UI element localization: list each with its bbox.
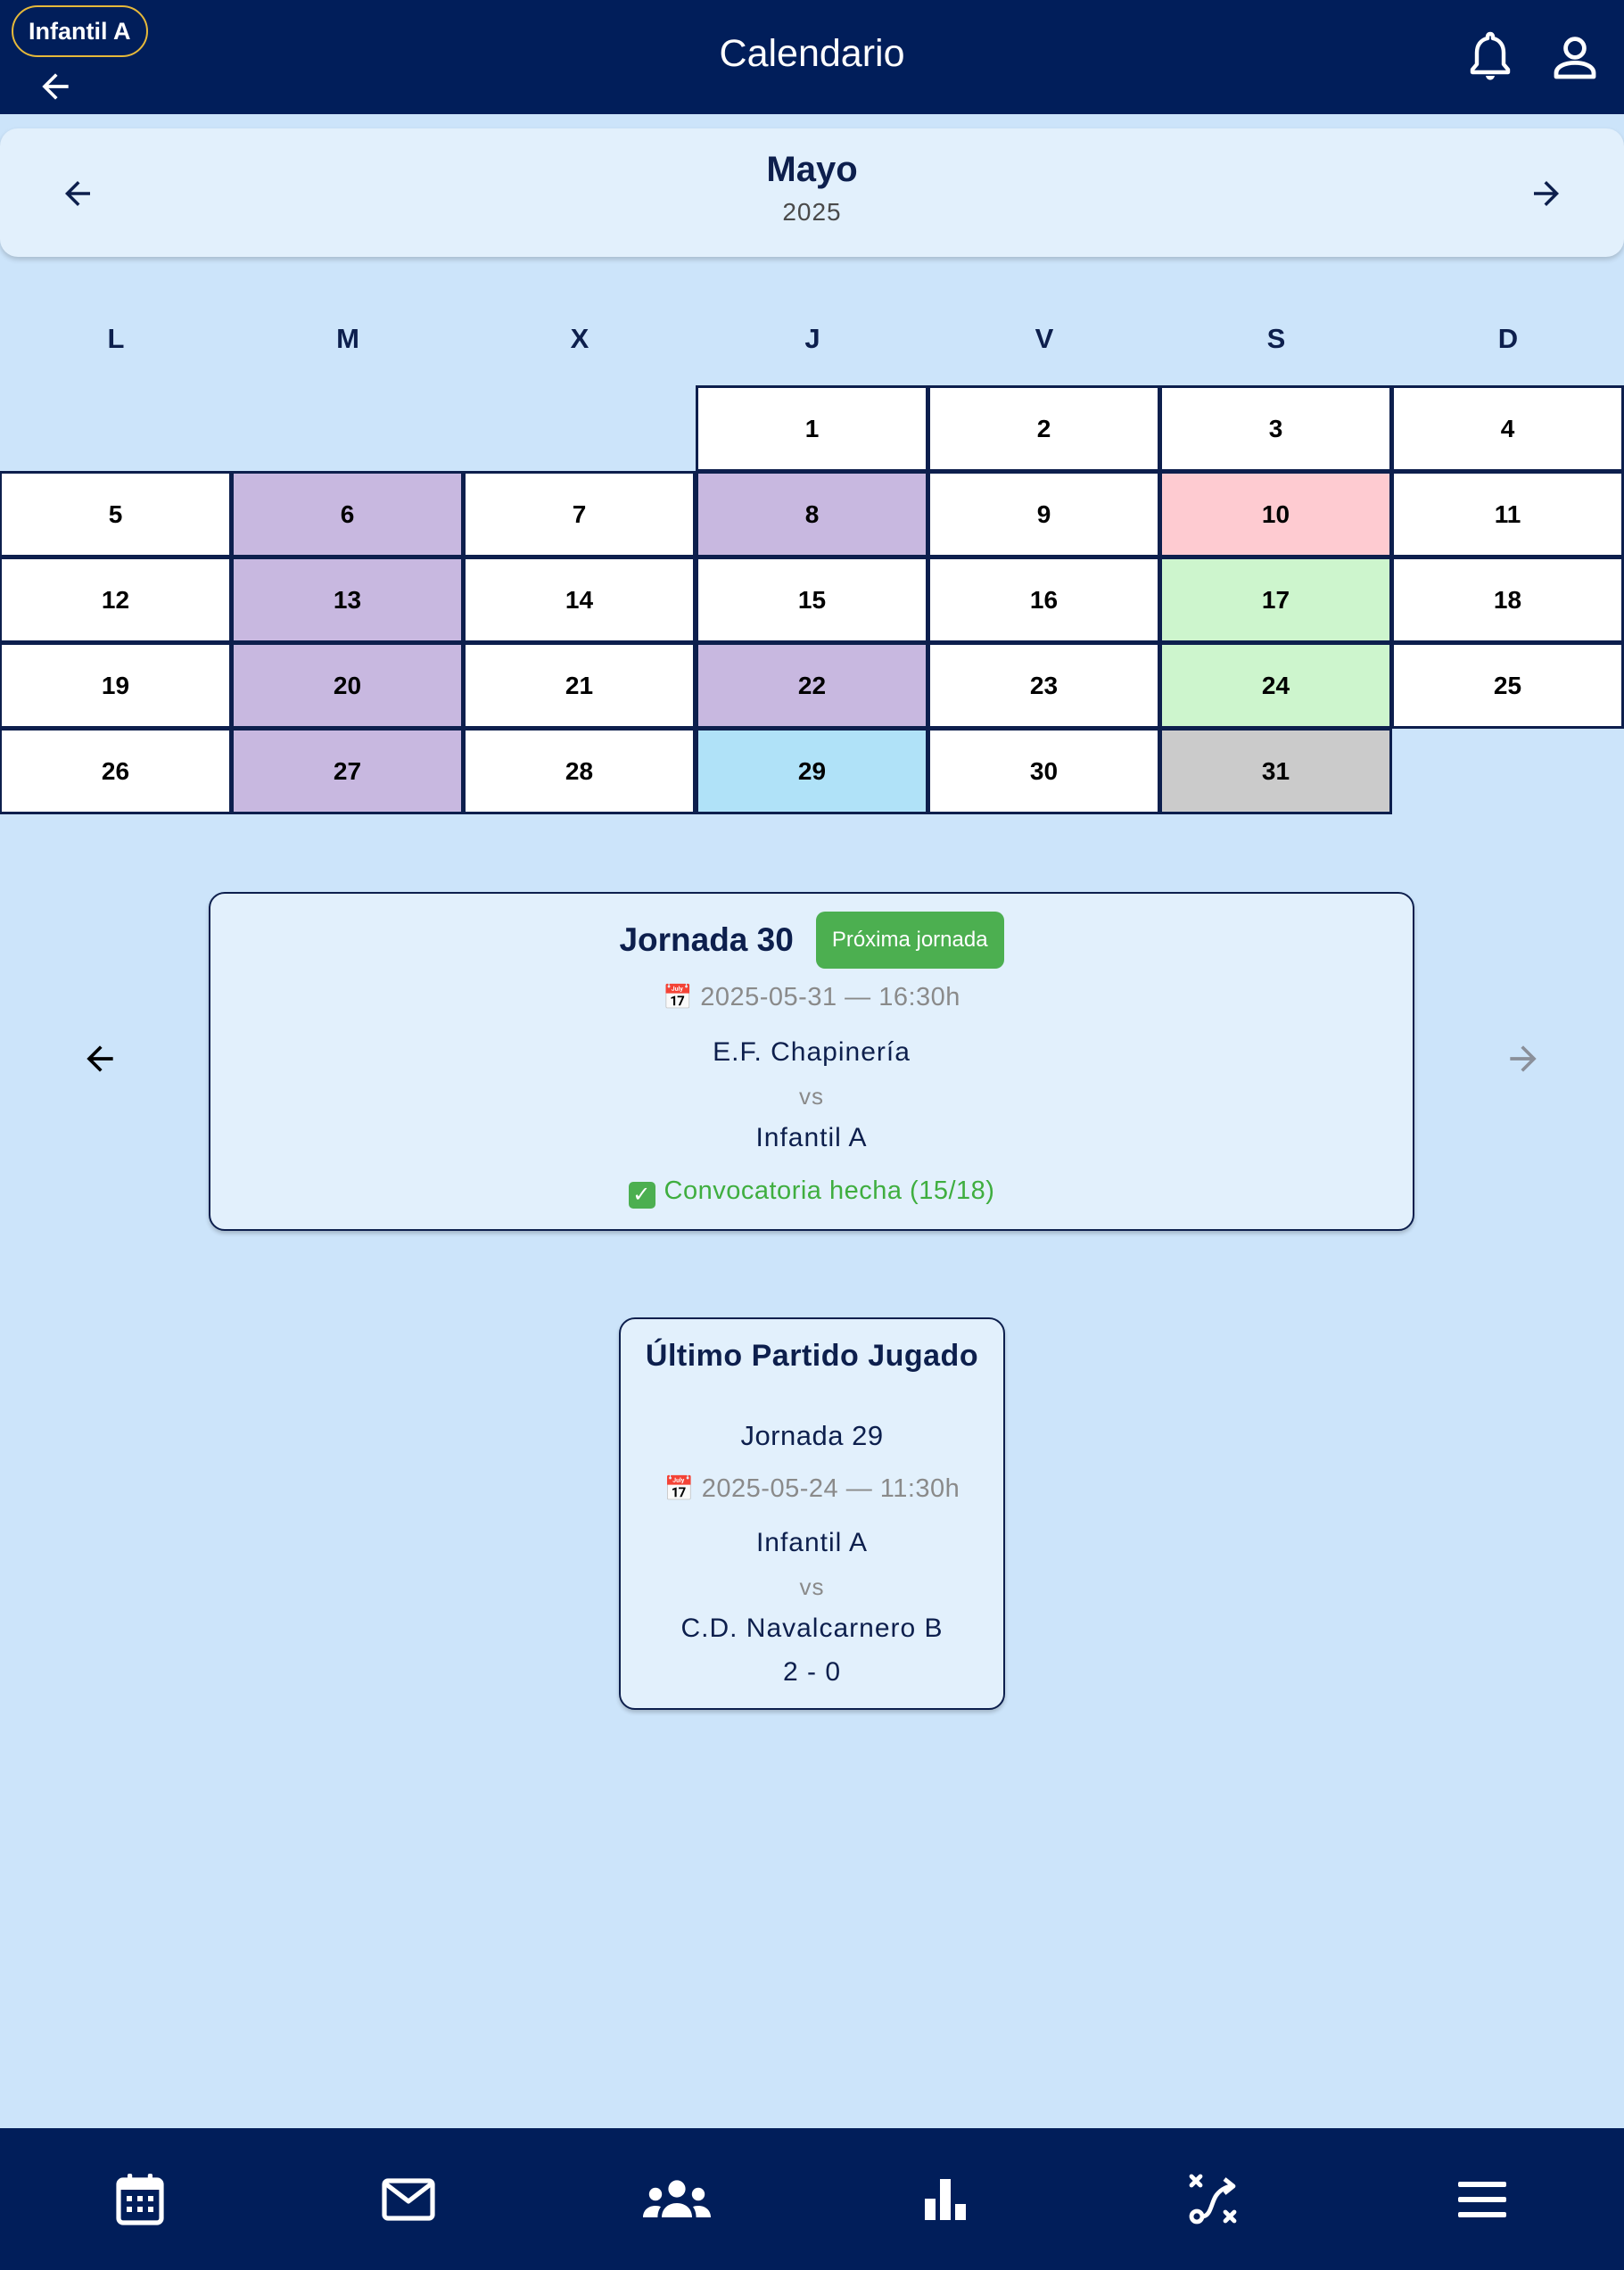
weekday-label: V (1035, 323, 1054, 354)
check-icon: ✓ (628, 1182, 655, 1209)
calendar-day[interactable]: 20 (231, 642, 464, 729)
calendar-emoji-icon: 📅 (663, 984, 694, 1011)
calendar-day[interactable]: 10 (1159, 471, 1392, 557)
weekday-label: D (1497, 323, 1519, 354)
weekday-label: L (107, 323, 125, 354)
bell-icon[interactable] (1467, 30, 1513, 84)
mail-icon (381, 2177, 435, 2221)
calendar-day[interactable]: 11 (1391, 471, 1624, 557)
calendar-icon (115, 2173, 164, 2225)
menu-icon (1457, 2181, 1506, 2217)
calendar-day[interactable]: 7 (463, 471, 696, 557)
calendar-day[interactable]: 27 (231, 728, 464, 814)
month-year: 2025 (782, 198, 842, 226)
next-match-card[interactable]: Jornada 30 Próxima jornada 📅 2025-05-31 —… (209, 892, 1414, 1231)
match-round-title: Jornada 29 (740, 1420, 884, 1451)
away-team: C.D. Navalcarnero B (680, 1614, 944, 1643)
app-bar: Infantil A Calendario (0, 0, 1624, 114)
calendar-day[interactable]: 22 (696, 642, 928, 729)
next-match-heading: Jornada 30 Próxima jornada (210, 912, 1413, 969)
calendar-day[interactable]: 24 (1159, 642, 1392, 729)
calendar-day[interactable]: 26 (0, 728, 232, 814)
calendar-emoji-icon: 📅 (664, 1475, 695, 1502)
month-name: Mayo (766, 150, 858, 189)
page-title: Calendario (719, 32, 905, 75)
match-score: 2 - 0 (782, 1657, 842, 1687)
team-icon (642, 2179, 711, 2217)
calendar-day[interactable]: 23 (927, 642, 1160, 729)
calendar-day[interactable]: 1 (696, 385, 928, 472)
calendar-day[interactable]: 5 (0, 471, 232, 557)
vs-label: vs (799, 1573, 825, 1600)
calendar-day[interactable]: 18 (1391, 557, 1624, 643)
match-datetime: 📅 2025-05-31 — 16:30h (210, 983, 1413, 1012)
calendar-day[interactable]: 30 (927, 728, 1160, 814)
calendar-day[interactable]: 14 (463, 557, 696, 643)
weekday-label: J (804, 323, 820, 354)
nav-calendar[interactable] (4, 2128, 275, 2270)
calendar-day[interactable]: 25 (1391, 642, 1624, 729)
weekday-label: S (1266, 323, 1286, 354)
calendar-day[interactable]: 31 (1159, 728, 1392, 814)
calendar-day[interactable]: 3 (1159, 385, 1392, 472)
calendar-day[interactable]: 29 (696, 728, 928, 814)
bottom-navigation (0, 2128, 1624, 2270)
next-month-arrow-icon[interactable] (1528, 175, 1565, 212)
calendar-day[interactable]: 21 (463, 642, 696, 729)
call-up-status: ✓ Convocatoria hecha (15/18) (210, 1176, 1413, 1209)
vs-label: vs (799, 1083, 824, 1110)
weekday-label: X (570, 323, 589, 354)
prev-match-arrow-icon[interactable] (80, 1039, 120, 1078)
calendar-day[interactable]: 15 (696, 557, 928, 643)
calendar-day[interactable]: 9 (927, 471, 1160, 557)
tactics-icon (1189, 2174, 1236, 2224)
next-match-badge: Próxima jornada (815, 912, 1004, 969)
calendar-day[interactable]: 19 (0, 642, 232, 729)
away-team: Infantil A (755, 1123, 868, 1152)
calendar-day[interactable]: 17 (1159, 557, 1392, 643)
match-round-title: Jornada 30 (619, 921, 794, 958)
last-match-card[interactable]: Último Partido Jugado Jornada 29 📅 2025-0… (619, 1317, 1005, 1710)
calendar-day[interactable]: 28 (463, 728, 696, 814)
nav-menu[interactable] (1347, 2128, 1617, 2270)
call-up-status-text: Convocatoria hecha (15/18) (664, 1176, 995, 1205)
nav-tactics[interactable] (1078, 2128, 1348, 2270)
month-selector: Mayo 2025 (0, 128, 1624, 257)
calendar-day[interactable]: 4 (1391, 385, 1624, 472)
match-datetime: 📅 2025-05-24 — 11:30h (621, 1474, 1003, 1504)
nav-stats[interactable] (810, 2128, 1080, 2270)
last-match-title: Último Partido Jugado (645, 1339, 979, 1373)
calendar-day[interactable]: 16 (927, 557, 1160, 643)
calendar-day[interactable]: 6 (231, 471, 464, 557)
weekday-label: M (336, 323, 359, 354)
match-datetime-text: 2025-05-24 — 11:30h (701, 1474, 960, 1503)
match-datetime-text: 2025-05-31 — 16:30h (700, 983, 960, 1011)
next-match-arrow-icon[interactable] (1504, 1039, 1543, 1078)
calendar-day[interactable]: 2 (927, 385, 1160, 472)
nav-team[interactable] (541, 2128, 812, 2270)
calendar-day[interactable]: 13 (231, 557, 464, 643)
home-team: Infantil A (755, 1528, 869, 1557)
bar-chart-icon (924, 2178, 966, 2220)
calendar-day[interactable]: 8 (696, 471, 928, 557)
user-icon[interactable] (1550, 32, 1600, 82)
home-team: E.F. Chapinería (713, 1037, 911, 1067)
calendar-day[interactable]: 12 (0, 557, 232, 643)
nav-messages[interactable] (273, 2128, 543, 2270)
